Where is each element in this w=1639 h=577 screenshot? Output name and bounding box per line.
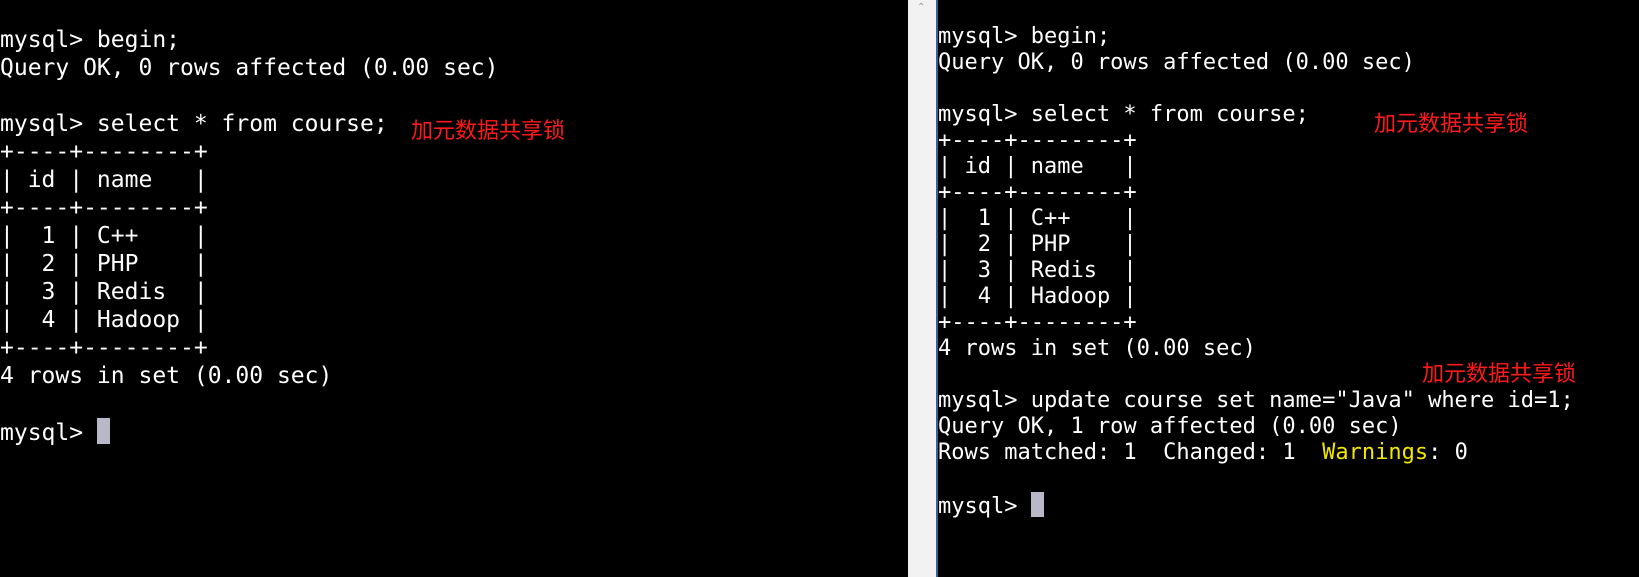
terminal-prompt: mysql> bbox=[938, 494, 1031, 519]
terminal-line: mysql> begin; bbox=[938, 24, 1111, 49]
terminal-prompt-line[interactable]: mysql> bbox=[0, 418, 499, 446]
left-terminal-output: mysql> begin; Query OK, 0 rows affected (… bbox=[0, 26, 499, 446]
terminal-line: | 3 | Redis | bbox=[938, 258, 1137, 283]
scroll-up-arrow-icon[interactable]: ⌃ bbox=[917, 2, 925, 13]
terminal-line: +----+--------+ bbox=[938, 180, 1137, 205]
shared-lock-annotation-top: 加元数据共享锁 bbox=[1374, 112, 1529, 137]
terminal-line: | 3 | Redis | bbox=[0, 279, 208, 305]
terminal-line: Query OK, 0 rows affected (0.00 sec) bbox=[0, 55, 499, 81]
terminal-cursor bbox=[96, 418, 110, 444]
warnings-label: Warnings bbox=[1322, 440, 1429, 465]
terminal-line: mysql> update course set name="Java" whe… bbox=[938, 388, 1574, 413]
shared-lock-annotation-bottom: 加元数据共享锁 bbox=[1422, 362, 1577, 387]
left-terminal-pane[interactable]: mysql> begin; Query OK, 0 rows affected (… bbox=[0, 0, 908, 577]
right-terminal-pane[interactable]: mysql> begin; Query OK, 0 rows affected (… bbox=[938, 0, 1639, 577]
terminal-prompt-line[interactable]: mysql> bbox=[938, 492, 1574, 519]
terminal-line: Query OK, 1 row affected (0.00 sec) bbox=[938, 414, 1402, 439]
rows-matched-line: Rows matched: 1 Changed: 1 Warnings: 0 bbox=[938, 440, 1574, 466]
terminal-cursor bbox=[1030, 492, 1044, 517]
terminal-prompt: mysql> bbox=[0, 420, 97, 446]
terminal-line: +----+--------+ bbox=[938, 310, 1137, 335]
terminal-line: | 1 | C++ | bbox=[0, 223, 208, 249]
warnings-count: : 0 bbox=[1428, 440, 1468, 465]
terminal-line: | 2 | PHP | bbox=[938, 232, 1137, 257]
terminal-line: | id | name | bbox=[0, 167, 208, 193]
terminal-line: | 1 | C++ | bbox=[938, 206, 1137, 231]
terminal-line: 4 rows in set (0.00 sec) bbox=[0, 363, 333, 389]
right-terminal-output: mysql> begin; Query OK, 0 rows affected (… bbox=[938, 24, 1574, 519]
shared-lock-annotation: 加元数据共享锁 bbox=[411, 119, 566, 144]
terminal-line: | 2 | PHP | bbox=[0, 251, 208, 277]
terminal-line: | id | name | bbox=[938, 154, 1137, 179]
terminal-line: +----+--------+ bbox=[0, 335, 208, 361]
terminal-line: | 4 | Hadoop | bbox=[0, 307, 208, 333]
terminal-line: Query OK, 0 rows affected (0.00 sec) bbox=[938, 50, 1415, 75]
terminal-line: mysql> begin; bbox=[0, 27, 181, 53]
terminal-line: +----+--------+ bbox=[0, 195, 208, 221]
rows-matched-text: Rows matched: 1 Changed: 1 bbox=[938, 440, 1323, 465]
pane-divider-scrollbar[interactable]: ⌃ bbox=[908, 0, 938, 577]
terminal-line: | 4 | Hadoop | bbox=[938, 284, 1137, 309]
